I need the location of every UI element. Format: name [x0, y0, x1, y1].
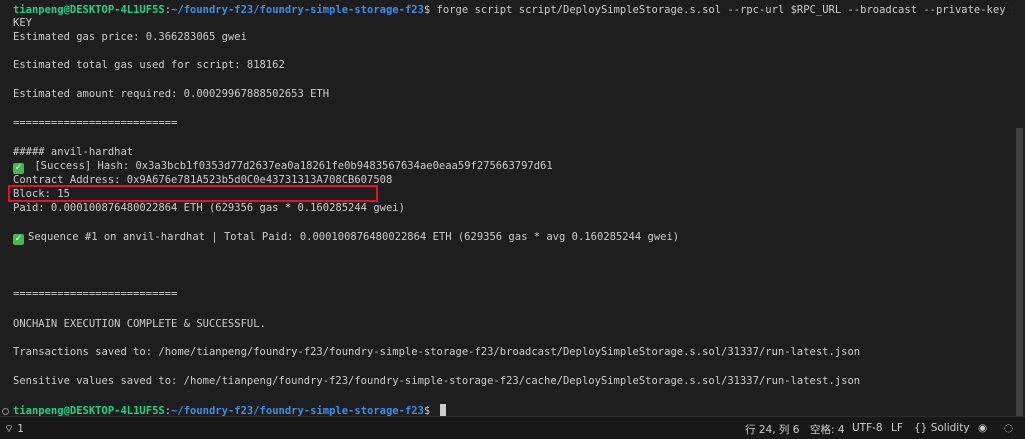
- total-gas-line: Estimated total gas used for script: 818…: [13, 59, 285, 71]
- terminal-panel[interactable]: tianpeng@DESKTOP-4L1UF5S:~/foundry-f23/f…: [0, 0, 1013, 416]
- language-mode[interactable]: {} Solidity: [914, 422, 970, 434]
- paid-line: Paid: 0.000100876480022864 ETH (629356 g…: [13, 202, 405, 214]
- prompt-line[interactable]: tianpeng@DESKTOP-4L1UF5S:~/foundry-f23/f…: [13, 404, 446, 416]
- amount-line: Estimated amount required: 0.00029967888…: [13, 88, 330, 100]
- command-text: forge script script/DeploySimpleStorage.…: [436, 4, 1013, 16]
- braces-icon: {}: [914, 422, 928, 434]
- success-hash-line: ✓ [Success] Hash: 0x3a3bcb1f0353d77d2637…: [13, 160, 553, 174]
- check-icon: ✓: [13, 234, 24, 245]
- prompt-dollar: $: [423, 405, 437, 416]
- language-label: Solidity: [930, 422, 970, 434]
- complete-line: ONCHAIN EXECUTION COMPLETE & SUCCESSFUL.: [13, 318, 266, 330]
- transactions-saved-line: Transactions saved to: /home/tianpeng/fo…: [13, 346, 861, 358]
- indentation-setting[interactable]: 空格: 4: [810, 422, 845, 437]
- sensitive-saved-line: Sensitive values saved to: /home/tianpen…: [13, 375, 861, 387]
- prompt-user: tianpeng@DESKTOP-4L1UF5S: [13, 4, 165, 16]
- status-bar: ⌔ 1 行 24, 列 6 空格: 4 UTF-8 LF {} Solidity…: [0, 416, 1025, 439]
- chain-header: ##### anvil-hardhat: [13, 146, 134, 158]
- eol-setting[interactable]: LF: [891, 422, 903, 434]
- encoding-setting[interactable]: UTF-8: [852, 422, 883, 434]
- prompt-user: tianpeng@DESKTOP-4L1UF5S: [13, 405, 165, 416]
- prompt-dollar: $: [423, 4, 437, 16]
- command-line: tianpeng@DESKTOP-4L1UF5S:~/foundry-f23/f…: [13, 4, 1013, 17]
- scrollbar-thumb[interactable]: [1016, 128, 1023, 416]
- prompt-path: ~/foundry-f23/foundry-simple-storage-f23: [171, 405, 424, 416]
- separator-line: ==========================: [13, 117, 178, 129]
- radio-tower-icon: ⌔: [4, 423, 14, 435]
- sequence-line: ✓ Sequence #1 on anvil-hardhat | Total Pa…: [13, 231, 679, 245]
- bell-icon[interactable]: ◌: [1004, 422, 1013, 434]
- separator-line-2: ==========================: [13, 288, 178, 300]
- sequence-text: Sequence #1 on anvil-hardhat | Total Pai…: [28, 231, 680, 243]
- text-cursor: [439, 404, 446, 416]
- command-decoration-icon[interactable]: [2, 408, 9, 415]
- success-hash-text: [Success] Hash: 0x3a3bcb1f0353d77d2637ea…: [34, 160, 553, 172]
- gas-price-line: Estimated gas price: 0.366283065 gwei: [13, 31, 247, 43]
- block-line: Block: 15: [13, 188, 70, 200]
- ports-indicator[interactable]: ⌔ 1: [4, 422, 24, 436]
- command-wrap: KEY: [13, 17, 32, 29]
- cursor-position[interactable]: 行 24, 列 6: [745, 422, 799, 437]
- prompt-path: ~/foundry-f23/foundry-simple-storage-f23: [171, 4, 424, 16]
- check-icon: ✓: [13, 163, 24, 174]
- ports-count: 1: [17, 423, 24, 435]
- copilot-icon[interactable]: ◉: [978, 422, 987, 434]
